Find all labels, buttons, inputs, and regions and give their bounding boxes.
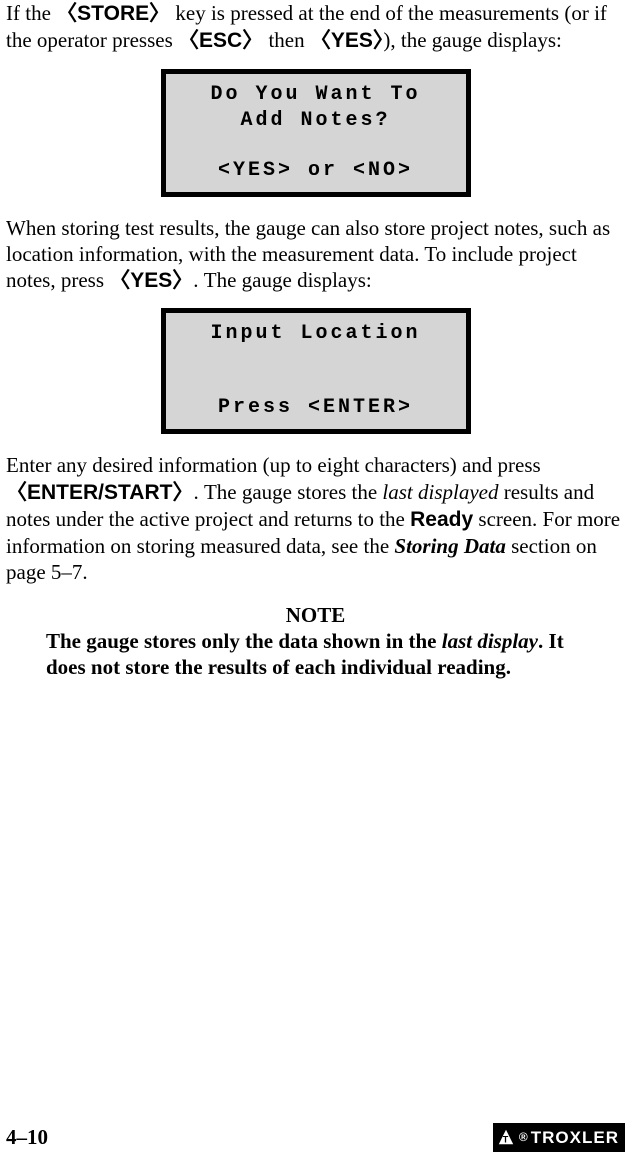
paragraph-project-notes: When storing test results, the gauge can…	[6, 215, 625, 295]
angle-bracket-left: 〈	[178, 28, 199, 52]
note-body: The gauge stores only the data shown in …	[46, 628, 595, 681]
angle-bracket-left: 〈	[56, 1, 77, 25]
text: The gauge stores only the data shown in …	[46, 629, 442, 653]
screen-line: Do You Want To	[170, 82, 462, 108]
angle-bracket-left: 〈	[310, 28, 331, 52]
screen-blank-line	[170, 371, 462, 395]
paragraph-enter-info: Enter any desired information (up to eig…	[6, 452, 625, 585]
text: . The gauge stores the	[193, 480, 382, 504]
logo-text: TROXLER	[531, 1127, 619, 1148]
key-yes: YES	[331, 29, 373, 52]
note-heading: NOTE	[6, 602, 625, 628]
key-enter-start: ENTER/START	[27, 481, 172, 504]
text: If the	[6, 1, 56, 25]
screen-line: Input Location	[170, 321, 462, 347]
text: Enter any desired information (up to eig…	[6, 453, 541, 477]
angle-bracket-right: 〉	[172, 268, 193, 292]
angle-bracket-right: 〉	[373, 28, 384, 52]
gauge-screen-add-notes: Do You Want To Add Notes? <YES> or <NO>	[161, 69, 471, 197]
angle-bracket-right: 〉	[242, 28, 263, 52]
paragraph-store-prompt: If the 〈STORE〉 key is pressed at the end…	[6, 0, 625, 55]
screen-line: <YES> or <NO>	[170, 158, 462, 184]
italic-last-displayed: last displayed	[382, 480, 498, 504]
screen-blank-line	[170, 347, 462, 371]
key-store: STORE	[77, 2, 149, 25]
angle-bracket-right: 〉	[172, 480, 193, 504]
svg-text:T: T	[503, 1135, 509, 1145]
screen-line: Press <ENTER>	[170, 395, 462, 421]
text: then	[263, 28, 310, 52]
registered-icon: ®	[519, 1130, 529, 1145]
screen-blank-line	[170, 134, 462, 158]
screen-line: Add Notes?	[170, 108, 462, 134]
italic-last-display: last display	[442, 629, 538, 653]
ready-screen-label: Ready	[410, 508, 473, 531]
text: ), the gauge displays:	[383, 28, 561, 52]
key-yes: YES	[130, 269, 172, 292]
troxler-logo: T ® TROXLER	[493, 1123, 625, 1152]
text: . The gauge displays:	[193, 268, 371, 292]
key-esc: ESC	[199, 29, 242, 52]
angle-bracket-left: 〈	[6, 480, 27, 504]
page-footer: 4–10 T ® TROXLER	[6, 1123, 625, 1152]
triangle-icon: T	[497, 1128, 515, 1146]
gauge-screen-input-location: Input Location Press <ENTER>	[161, 308, 471, 434]
angle-bracket-left: 〈	[109, 268, 130, 292]
section-ref-storing-data: Storing Data	[394, 534, 505, 558]
angle-bracket-right: 〉	[149, 1, 170, 25]
page-number: 4–10	[6, 1124, 48, 1150]
